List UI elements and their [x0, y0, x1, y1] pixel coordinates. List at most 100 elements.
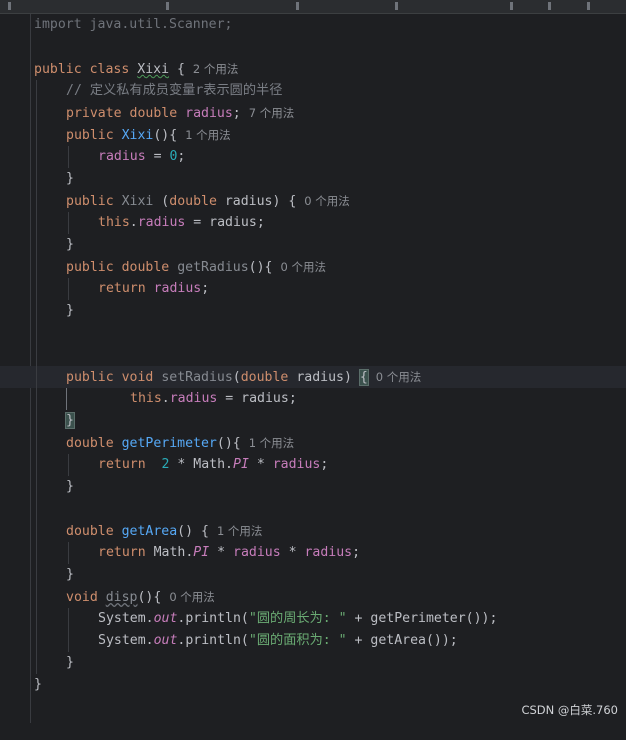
code-line-getarea[interactable]: double getArea() {1 个用法 — [0, 520, 626, 542]
code-line-blank[interactable] — [0, 498, 626, 520]
usage-hint[interactable]: 1 个用法 — [185, 128, 230, 142]
code-line-close[interactable]: } — [0, 234, 626, 256]
expr: Math. — [145, 545, 194, 560]
keyword: class — [89, 62, 130, 77]
class-name[interactable]: Xixi — [137, 62, 169, 77]
indent-guide — [36, 652, 37, 674]
code-line-constructor[interactable]: public Xixi(){1 个用法 — [0, 124, 626, 146]
assign-rest: = radius; — [217, 391, 297, 406]
indent-guide — [36, 168, 37, 190]
indent-guide — [36, 234, 37, 256]
method-name: disp — [105, 590, 138, 605]
indent-guide — [36, 322, 37, 344]
code-line-close[interactable]: } — [0, 168, 626, 190]
indent-guide — [36, 520, 37, 542]
indent-guide — [36, 608, 37, 630]
call: .println( — [177, 633, 249, 648]
closing-brace: } — [66, 567, 74, 582]
paren: ( — [232, 370, 241, 385]
string-literal: "圆的面积为: " — [248, 633, 347, 648]
usage-hint[interactable]: 7 个用法 — [249, 106, 294, 120]
tab-marker — [8, 2, 11, 10]
tab-marker — [166, 2, 169, 10]
usage-hint[interactable]: 0 个用法 — [280, 260, 325, 274]
semicolon: ; — [352, 545, 361, 560]
comment-text: // 定义私有成员变量r表示圆的半径 — [66, 83, 283, 98]
code-line-assign[interactable]: this.radius = radius; — [0, 212, 626, 234]
indent-guide — [36, 432, 37, 454]
constant-pi: PI — [193, 545, 210, 560]
semicolon: ; — [320, 457, 329, 472]
keyword: double — [66, 436, 114, 451]
code-line-constructor-param[interactable]: public Xixi (double radius) {0 个用法 — [0, 190, 626, 212]
string-literal: "圆的周长为: " — [248, 611, 347, 626]
usage-hint[interactable]: 0 个用法 — [304, 194, 349, 208]
indent-guide — [36, 80, 37, 102]
indent-guide — [36, 498, 37, 520]
indent-guide — [36, 256, 37, 278]
indent-guide — [36, 146, 37, 168]
paren: (){ — [216, 436, 241, 451]
code-line-disp[interactable]: void disp(){0 个用法 — [0, 586, 626, 608]
keyword: return — [98, 545, 146, 560]
code-line-close[interactable]: } — [0, 476, 626, 498]
watermark: CSDN @白菜.760 — [521, 703, 618, 717]
code-line-print[interactable]: System.out.println("圆的周长为: " + getPerime… — [0, 608, 626, 630]
indent-guide — [36, 454, 37, 476]
code-line-field[interactable]: private double radius; 7 个用法 — [0, 102, 626, 124]
usage-hint[interactable]: 1 个用法 — [249, 436, 294, 450]
code-line-class[interactable]: public class Xixi {2 个用法 — [0, 58, 626, 80]
code-line-close[interactable]: } — [0, 410, 626, 432]
code-line-close[interactable]: } — [0, 564, 626, 586]
keyword: double — [129, 106, 178, 121]
code-line-assign[interactable]: radius = 0; — [0, 146, 626, 168]
code-line-print[interactable]: System.out.println("圆的面积为: " + getArea()… — [0, 630, 626, 652]
tab-marker — [587, 2, 590, 10]
code-line-import[interactable]: import java.util.Scanner; — [0, 14, 626, 36]
code-line-blank[interactable] — [0, 322, 626, 344]
usage-hint[interactable]: 0 个用法 — [376, 370, 421, 384]
code-line-blank[interactable] — [0, 344, 626, 366]
tab-marker — [296, 2, 299, 10]
code-editor[interactable]: import java.util.Scanner; public class X… — [0, 14, 626, 704]
usage-hint[interactable]: 0 个用法 — [169, 590, 214, 604]
code-line-close[interactable]: } — [0, 300, 626, 322]
call-rest: + getArea()); — [346, 633, 458, 648]
field-ref: radius — [98, 149, 146, 164]
code-line-setradius[interactable]: public void setRadius(double radius) {0 … — [0, 366, 626, 388]
expr: * Math. — [169, 457, 234, 472]
indent-guide — [68, 454, 69, 476]
matched-brace: { — [358, 369, 369, 386]
indent-guide — [36, 542, 37, 564]
indent-guide — [36, 410, 37, 432]
code-line-close[interactable]: } — [0, 674, 626, 696]
code-line-return[interactable]: return 2 * Math.PI * radius; — [0, 454, 626, 476]
method-name: Xixi — [121, 194, 154, 209]
code-line-getperimeter[interactable]: double getPerimeter(){1 个用法 — [0, 432, 626, 454]
indent-guide — [36, 630, 37, 652]
field-name: radius — [185, 106, 233, 121]
code-line-comment[interactable]: // 定义私有成员变量r表示圆的半径 — [0, 80, 626, 102]
keyword: return — [98, 281, 146, 296]
code-line-return[interactable]: return Math.PI * radius * radius; — [0, 542, 626, 564]
indent-guide — [36, 388, 37, 410]
indent-guide — [68, 608, 69, 630]
code-line-getradius[interactable]: public double getRadius(){0 个用法 — [0, 256, 626, 278]
indent-guide — [36, 102, 37, 124]
method-name: Xixi — [121, 128, 154, 143]
indent-guide — [36, 586, 37, 608]
method-name: getRadius — [177, 260, 249, 275]
usage-hint[interactable]: 2 个用法 — [193, 62, 238, 76]
code-line-assign[interactable]: this.radius = radius; — [0, 388, 626, 410]
usage-hint[interactable]: 1 个用法 — [217, 524, 262, 538]
system-ref: System. — [98, 611, 154, 626]
code-line-return[interactable]: return radius; — [0, 278, 626, 300]
indent-guide — [36, 366, 37, 388]
keyword: double — [169, 194, 217, 209]
indent-guide — [68, 278, 69, 300]
code-line-close[interactable]: } — [0, 652, 626, 674]
operator: = — [145, 149, 170, 164]
field-ref: radius — [137, 215, 186, 230]
semicolon: ; — [232, 106, 241, 121]
out-ref: out — [153, 611, 178, 626]
